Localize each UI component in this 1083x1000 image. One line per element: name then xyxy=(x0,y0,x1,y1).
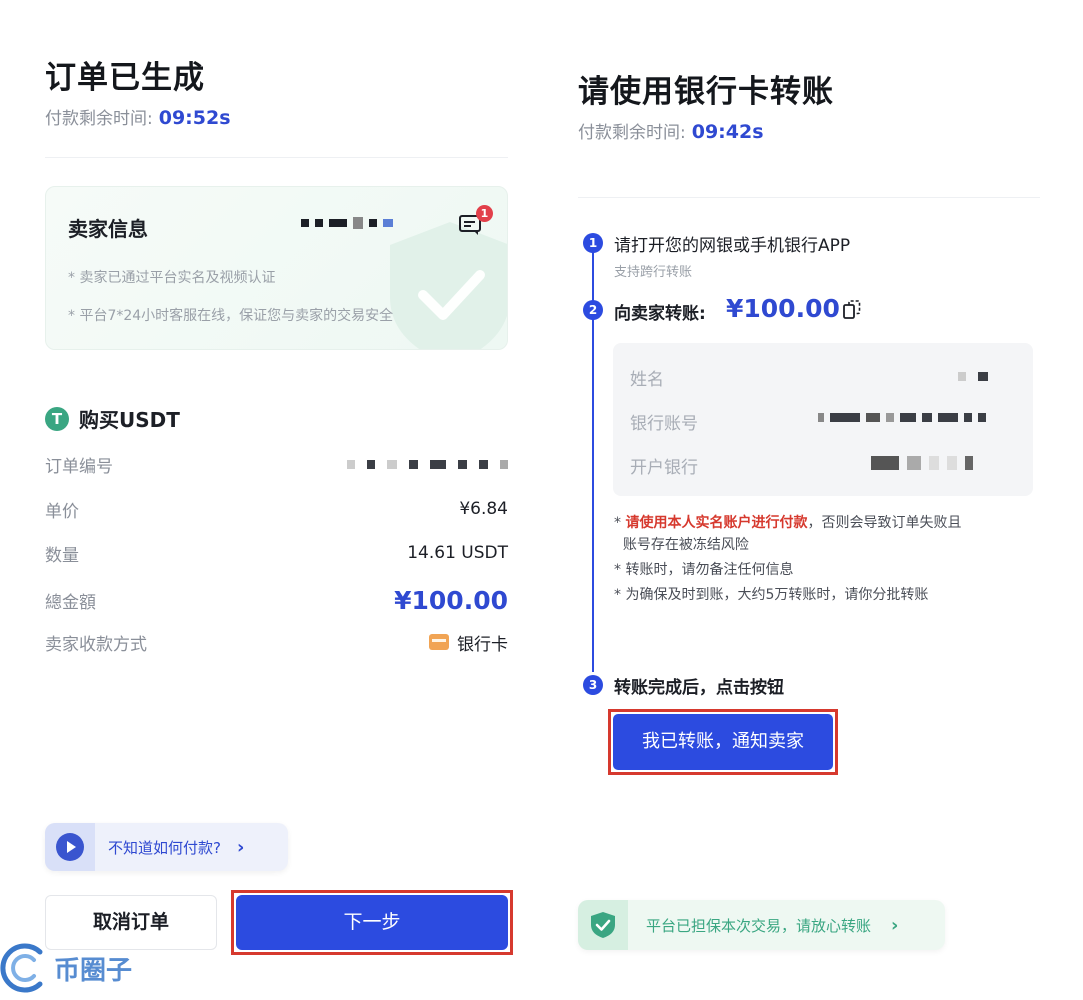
payment-timer: 付款剩余时间: 09:52s xyxy=(45,104,231,129)
play-icon xyxy=(56,833,84,861)
bank-details-box: 姓名 银行账号 开户银行 xyxy=(613,343,1033,496)
buy-usdt-header: T 购买USDT xyxy=(45,404,180,433)
copy-icon[interactable] xyxy=(843,300,861,320)
quantity-key: 数量 xyxy=(45,545,79,566)
quantity-row: 数量 14.61 USDT xyxy=(45,538,508,568)
quantity-value: 14.61 USDT xyxy=(407,543,508,563)
step-3-title: 转账完成后，点击按钮 xyxy=(614,678,784,698)
buy-usdt-label: 购买USDT xyxy=(79,408,180,432)
chevron-right-icon: › xyxy=(236,836,245,858)
warning-no-remark: * 转账时，请勿备注任何信息 xyxy=(614,562,794,578)
play-icon-wrap xyxy=(45,823,95,871)
name-redacted xyxy=(958,372,988,381)
total-amount-row: 總金額 ¥100.00 xyxy=(45,585,508,615)
watermark: 币圈子 xyxy=(0,942,132,994)
warning-split-transfer: * 为确保及时到账，大约5万转账时，请你分批转账 xyxy=(614,587,929,603)
platform-guarantee-banner[interactable]: 平台已担保本次交易，请放心转账 › xyxy=(578,900,945,950)
total-amount-key: 總金額 xyxy=(45,592,96,613)
seller-note-support: * 平台7*24小时客服在线，保证您与卖家的交易安全 xyxy=(68,308,394,324)
bank-transfer-title: 请使用银行卡转账 xyxy=(578,74,834,110)
unread-badge: 1 xyxy=(476,205,493,222)
timer-label: 付款剩余时间: xyxy=(45,109,153,129)
bank-redacted xyxy=(871,456,973,470)
transfer-amount: ¥100.00 xyxy=(726,294,840,323)
payment-method: 银行卡 xyxy=(429,630,508,655)
watermark-logo-icon xyxy=(0,943,43,993)
how-to-pay-label: 不知道如何付款? xyxy=(108,838,221,857)
seller-info-card: 卖家信息 1 * 卖家已通过平台实名及视频认证 * 平台7*24小时客服在线，保… xyxy=(45,186,508,350)
step-1-sub: 支持跨行转账 xyxy=(614,265,693,280)
bank-card-icon xyxy=(429,634,449,650)
shield-check-icon xyxy=(591,912,615,938)
bank-field-account: 银行账号 xyxy=(630,414,698,434)
unit-price-key: 单价 xyxy=(45,501,79,522)
seller-info-title: 卖家信息 xyxy=(68,217,148,241)
bank-field-bank: 开户银行 xyxy=(630,458,698,478)
order-number-key: 订单编号 xyxy=(45,456,113,477)
platform-guarantee-label: 平台已担保本次交易，请放心转账 xyxy=(646,916,872,935)
seller-name-redacted xyxy=(301,217,393,229)
payment-method-row: 卖家收款方式 银行卡 xyxy=(45,627,508,657)
total-amount-value: ¥100.00 xyxy=(394,585,508,615)
order-created-panel: 订单已生成 付款剩余时间: 09:52s 卖家信息 1 * 卖家已通过平台实名及视… xyxy=(0,0,540,1000)
bank-field-name: 姓名 xyxy=(630,370,664,390)
notify-seller-button[interactable]: 我已转账，通知卖家 xyxy=(613,714,833,770)
step-2-title: 向卖家转账: xyxy=(614,304,706,324)
step-1-dot: 1 xyxy=(583,233,603,253)
unit-price-row: 单价 ¥6.84 xyxy=(45,494,508,524)
order-number-row: 订单编号 xyxy=(45,449,508,479)
divider-right xyxy=(578,197,1040,198)
page-title: 订单已生成 xyxy=(45,60,205,96)
account-redacted xyxy=(818,413,986,422)
chevron-right-icon: › xyxy=(891,914,899,936)
warning-real-name-highlight: 请使用本人实名账户进行付款 xyxy=(625,515,808,531)
watermark-text: 币圈子 xyxy=(54,955,133,986)
payment-method-key: 卖家收款方式 xyxy=(45,634,147,655)
step-3-dot: 3 xyxy=(583,675,603,695)
shield-check-icon xyxy=(390,222,507,349)
order-number-redacted xyxy=(347,459,508,469)
payment-method-value: 银行卡 xyxy=(457,634,508,655)
warning-real-name: * 请使用本人实名账户进行付款，否则会导致订单失败且 账号存在被冻结风险 xyxy=(614,515,962,553)
tether-icon: T xyxy=(45,406,69,431)
warning-real-name-line2: 账号存在被冻结风险 xyxy=(622,537,749,553)
step-1-title: 请打开您的网银或手机银行APP xyxy=(614,236,851,256)
timer-label-right: 付款剩余时间: xyxy=(578,123,686,143)
shield-icon-wrap xyxy=(578,900,628,950)
unit-price-value: ¥6.84 xyxy=(459,499,508,519)
next-step-button[interactable]: 下一步 xyxy=(236,895,508,950)
payment-timer-right: 付款剩余时间: 09:42s xyxy=(578,118,764,143)
divider xyxy=(45,157,508,158)
seller-note-verified: * 卖家已通过平台实名及视频认证 xyxy=(68,270,276,286)
warning-real-name-rest: ，否则会导致订单失败且 xyxy=(807,515,962,531)
how-to-pay-button[interactable]: 不知道如何付款? › xyxy=(45,823,288,871)
step-2-dot: 2 xyxy=(583,300,603,320)
timer-value-right: 09:42s xyxy=(691,121,764,143)
timer-value: 09:52s xyxy=(158,107,231,129)
